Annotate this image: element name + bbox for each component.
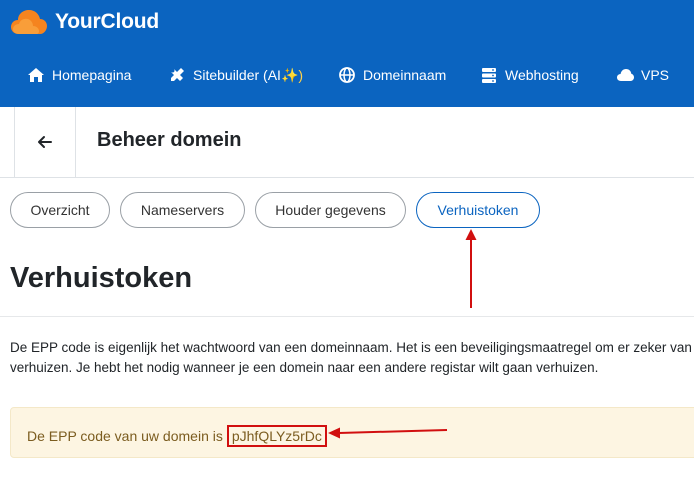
page-header: Beheer domein [0,107,694,178]
tab-overzicht[interactable]: Overzicht [10,192,110,228]
cloud-icon [617,69,634,81]
tools-icon [170,68,184,81]
arrow-left-icon [38,136,52,148]
nav-item-label: Webhosting [505,67,579,83]
description: De EPP code is eigenlijk het wachtwoord … [10,338,694,378]
nav-item-webhosting[interactable]: Webhosting [480,56,579,94]
tab-nameservers[interactable]: Nameservers [120,192,245,228]
divider [0,316,694,317]
back-button[interactable] [14,107,76,177]
page-title: Beheer domein [97,129,242,151]
nav-item-label: Homepagina [52,67,132,83]
nav-item-label: Sitebuilder (AI [193,67,281,83]
main-nav: Homepagina Sitebuilder (AI✨) Domeinnaam [0,56,694,94]
home-icon [28,68,44,82]
globe-icon [339,67,355,83]
nav-item-label: Domeinnaam [363,67,447,83]
nav-item-homepagina[interactable]: Homepagina [27,56,131,94]
tab-houder-gegevens[interactable]: Houder gegevens [255,192,406,228]
epp-code-alert: De EPP code van uw domein is pJhfQLYz5rD… [10,407,694,458]
epp-code-value[interactable]: pJhfQLYz5rDc [226,425,327,447]
nav-item-domeinnaam[interactable]: Domeinnaam [338,56,446,94]
top-navigation-bar: YourCloud Homepagina Sitebuilder (AI ✨) D… [0,0,694,107]
nav-item-label: VPS [641,67,670,83]
description-line-2: verhuizen. Je hebt het nodig wanneer je … [10,360,599,375]
nav-item-vps[interactable]: VPS [616,56,669,94]
server-icon [482,68,496,83]
sparkles-icon: ✨) [280,66,304,83]
annotation-arrow-up-icon [465,229,477,308]
nav-item-sitebuilder[interactable]: Sitebuilder (AI ✨) [168,56,303,94]
alert-text: De EPP code van uw domein is pJhfQLYz5rD… [27,425,327,447]
description-line-1: De EPP code is eigenlijk het wachtwoord … [10,340,692,355]
brand-name: YourCloud [55,10,159,33]
alert-label: De EPP code van uw domein is [27,428,223,444]
cloud-logo-icon [11,10,47,34]
section-heading: Verhuistoken [10,262,193,294]
tab-verhuistoken[interactable]: Verhuistoken [416,192,540,228]
brand[interactable]: YourCloud [10,8,159,36]
